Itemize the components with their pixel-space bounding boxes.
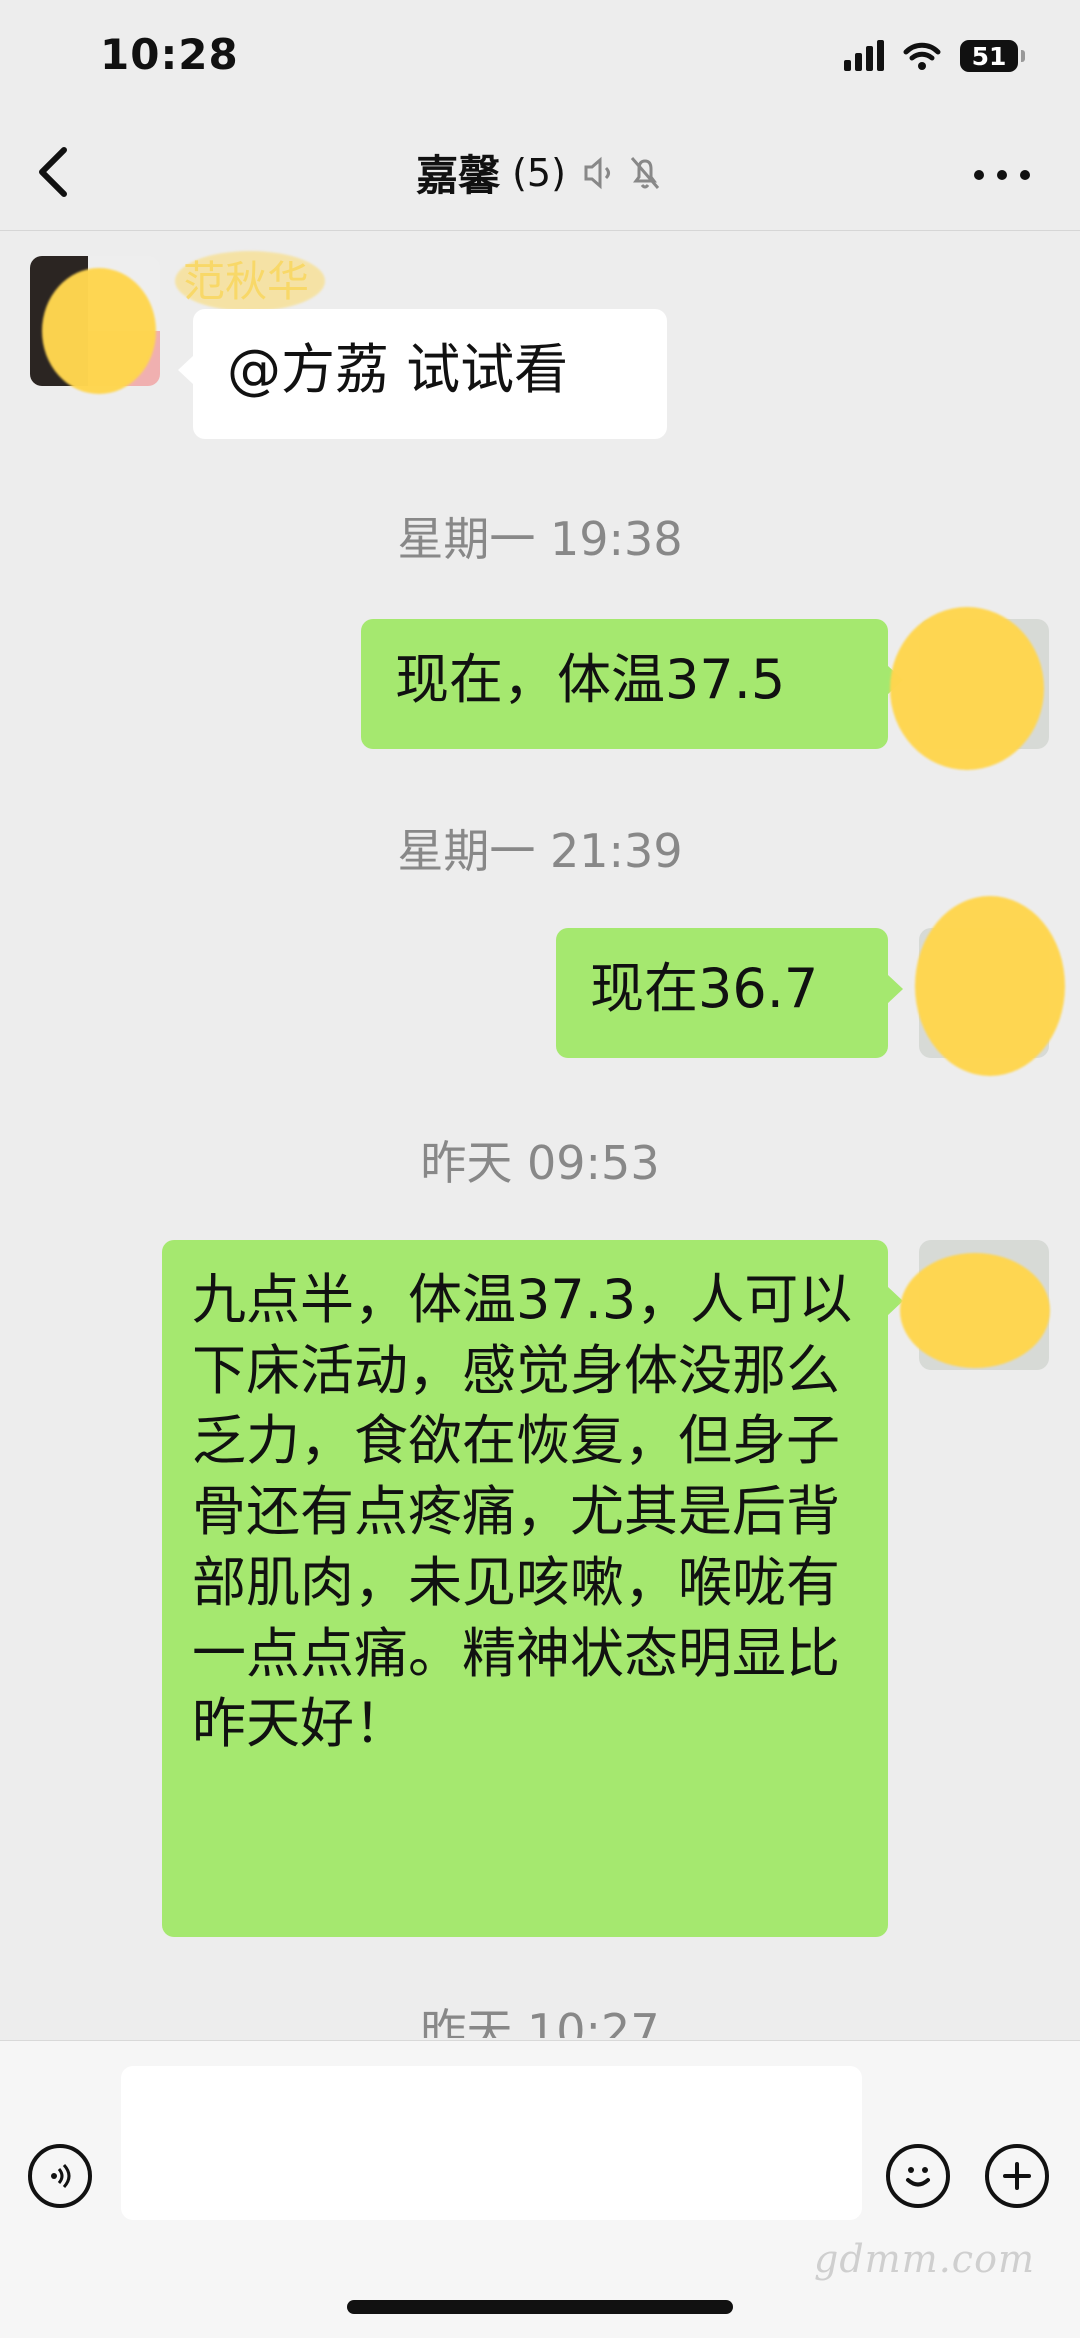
emoji-icon [906, 2167, 930, 2187]
chat-messages[interactable]: 范秋华 @方荔 试试看 星期一 19:38 现在，体温37.5 星期一 21:3… [0, 231, 1080, 2038]
message-timestamp: 星期一 21:39 [397, 824, 683, 878]
battery-icon: 51 [960, 40, 1025, 72]
voice-muted-icon [584, 156, 610, 189]
more-dot-icon [974, 170, 984, 180]
status-icons: 51 [844, 40, 1025, 72]
more-button[interactable] [974, 160, 1030, 190]
status-bar: 10:28 51 [0, 0, 1080, 120]
more-dot-icon [997, 170, 1007, 180]
signal-icon [844, 40, 884, 71]
chat-header: 嘉馨 (5) [0, 120, 1080, 231]
group-name: 嘉馨 [416, 151, 501, 200]
incoming-message: 范秋华 @方荔 试试看 [0, 231, 1080, 439]
emoji-button[interactable] [886, 2144, 950, 2208]
plus-icon [1003, 2162, 1031, 2190]
status-time: 10:28 [100, 30, 239, 79]
avatar-redaction [900, 1253, 1050, 1368]
mute-bell-icon [630, 156, 660, 189]
chat-title: 嘉馨 (5) [0, 142, 1080, 203]
home-indicator [347, 2300, 733, 2314]
sender-redaction [175, 251, 325, 311]
outgoing-message-bubble[interactable]: 现在36.7 [556, 928, 903, 1058]
avatar-redaction [915, 896, 1065, 1076]
message-input[interactable] [121, 2066, 862, 2220]
voice-input-button[interactable] [28, 2144, 92, 2208]
outgoing-message-bubble[interactable]: 九点半，体温37.3，人可以下床活动，感觉身体没那么乏力，食欲在恢复，但身子骨还… [162, 1240, 903, 1937]
avatar-redaction [42, 268, 156, 394]
wifi-icon [903, 42, 941, 70]
more-dot-icon [1020, 170, 1030, 180]
voice-icon [51, 2163, 71, 2189]
message-bubble[interactable]: @方荔 试试看 [178, 309, 667, 439]
avatar-redaction [890, 607, 1044, 770]
message-input-bar [0, 2040, 1080, 2338]
message-timestamp: 星期一 19:38 [397, 512, 683, 566]
message-timestamp: 昨天 10:27 [420, 2004, 660, 2038]
outgoing-message-bubble[interactable]: 现在，体温37.5 [361, 619, 903, 749]
add-button[interactable] [985, 2144, 1049, 2208]
member-count: (5) [512, 150, 566, 195]
title-status-icons [578, 153, 664, 193]
watermark: gdmm.com [814, 2237, 1035, 2281]
message-timestamp: 昨天 09:53 [420, 1136, 660, 1190]
